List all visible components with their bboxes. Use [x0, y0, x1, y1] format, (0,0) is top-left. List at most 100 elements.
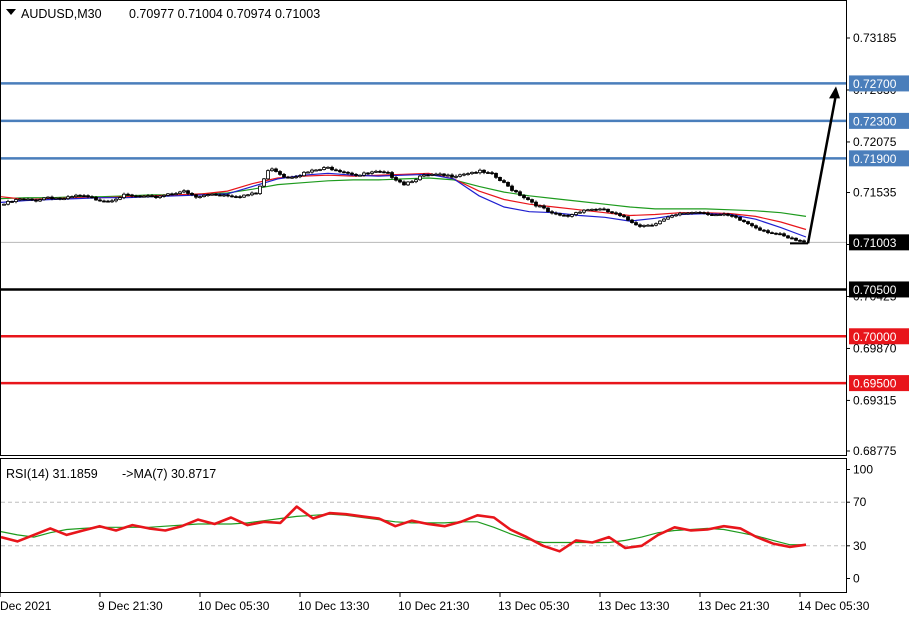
price-tag-resistance-text: 0.72300 [853, 114, 897, 128]
candle-body [42, 197, 46, 201]
candle-body [770, 232, 774, 235]
candle-body [274, 168, 278, 172]
candle-body [482, 169, 486, 173]
candle-body [406, 181, 410, 186]
candle-body [282, 173, 286, 178]
time-tick-label: 14 Dec 05:30 [798, 599, 870, 613]
candle-body [242, 194, 246, 198]
price-tag-resistance-text: 0.72700 [853, 77, 897, 91]
candle-body [710, 214, 714, 216]
candle-body [758, 227, 762, 231]
candle-body [246, 194, 250, 197]
candle-body [678, 212, 682, 216]
candle-body [58, 197, 62, 200]
candle-body [718, 214, 722, 216]
candle-body [82, 195, 86, 198]
candle-body [566, 214, 570, 217]
candle-body [442, 173, 446, 176]
candle-body [574, 212, 578, 215]
candle-body [262, 178, 266, 187]
candle-body [106, 200, 110, 203]
candle-body [130, 194, 134, 197]
candle-body [46, 196, 50, 199]
candle-body [286, 176, 290, 179]
candle-body [214, 193, 218, 196]
candle-body [226, 194, 230, 197]
candle-body [658, 220, 662, 225]
time-axis: 9 Dec 2021 9 Dec 21:30 10 Dec 05:30 10 Dec … [0, 592, 870, 613]
candle-body [682, 212, 686, 215]
candle-body [550, 211, 554, 214]
candle-body [386, 171, 390, 174]
candle-body [182, 190, 186, 193]
candle-body [6, 201, 10, 205]
candle-body [302, 171, 306, 177]
candle-body [642, 224, 646, 227]
candle-body [414, 179, 418, 183]
candle-body [518, 191, 522, 196]
candle-body [490, 172, 494, 175]
candle-body [230, 195, 234, 198]
candle-body [638, 224, 642, 227]
rsi-tick-label: 0 [853, 572, 860, 586]
candle-body [654, 223, 658, 226]
candle-body [62, 198, 66, 201]
candle-body [546, 207, 550, 213]
candle-body [354, 173, 358, 176]
price-tag-support_red-text: 0.70000 [853, 330, 897, 344]
candle-body [646, 224, 650, 227]
candle-body [602, 208, 606, 211]
candle-body [754, 225, 758, 229]
candle-body [178, 191, 182, 194]
candle-body [530, 199, 534, 203]
candle-body [334, 169, 338, 172]
candle-body [122, 193, 126, 198]
candle-body [438, 173, 442, 176]
price-tick-label: 0.73185 [853, 31, 897, 45]
candle-body [534, 201, 538, 207]
candle-body [346, 171, 350, 174]
candle-body [150, 195, 154, 198]
candle-body [626, 216, 630, 221]
rsi-tick-label: 100 [853, 463, 873, 477]
candle-body [794, 237, 798, 241]
candle-body [610, 211, 614, 214]
candle-body [358, 174, 362, 177]
candle-body [614, 212, 618, 215]
candle-body [766, 230, 770, 234]
candle-body [538, 205, 542, 208]
candle-body [598, 208, 602, 211]
time-tick-label: 13 Dec 21:30 [698, 599, 770, 613]
candle-body [422, 174, 426, 177]
candle-body [698, 211, 702, 214]
chart-canvas: AUDUSD,M30 0.70977 0.71004 0.70974 0.710… [0, 0, 909, 613]
rsi-tick-label: 30 [853, 539, 867, 553]
price-tag-support_red-text: 0.69500 [853, 377, 897, 391]
candle-body [398, 179, 402, 183]
candle-body [146, 195, 150, 198]
candle-body [382, 171, 386, 174]
candle-body [22, 198, 26, 201]
candle-body [342, 171, 346, 174]
candle-body [738, 216, 742, 221]
candle-body [154, 195, 158, 198]
candle-body [74, 194, 78, 198]
candle-body [526, 197, 530, 200]
candle-body [310, 169, 314, 173]
candle-body [322, 167, 326, 170]
candle-body [118, 197, 122, 200]
candle-body [138, 195, 142, 198]
rsi-tick-label: 70 [853, 495, 867, 509]
ohlc-label: 0.70977 0.71004 0.70974 0.71003 [129, 7, 320, 21]
candle-body [450, 174, 454, 178]
candle-body [210, 193, 214, 196]
candle-body [362, 172, 366, 176]
candle-body [186, 190, 190, 194]
candle-body [790, 237, 794, 240]
candle-body [662, 218, 666, 222]
rsi-ma-label: ->MA(7) 30.8717 [122, 467, 216, 481]
candle-body [702, 212, 706, 214]
candle-body [86, 195, 90, 198]
price-tags: 0.72700 0.72300 0.71900 0.70500 0.70000 0.695… [849, 75, 909, 392]
candle-body [298, 175, 302, 178]
